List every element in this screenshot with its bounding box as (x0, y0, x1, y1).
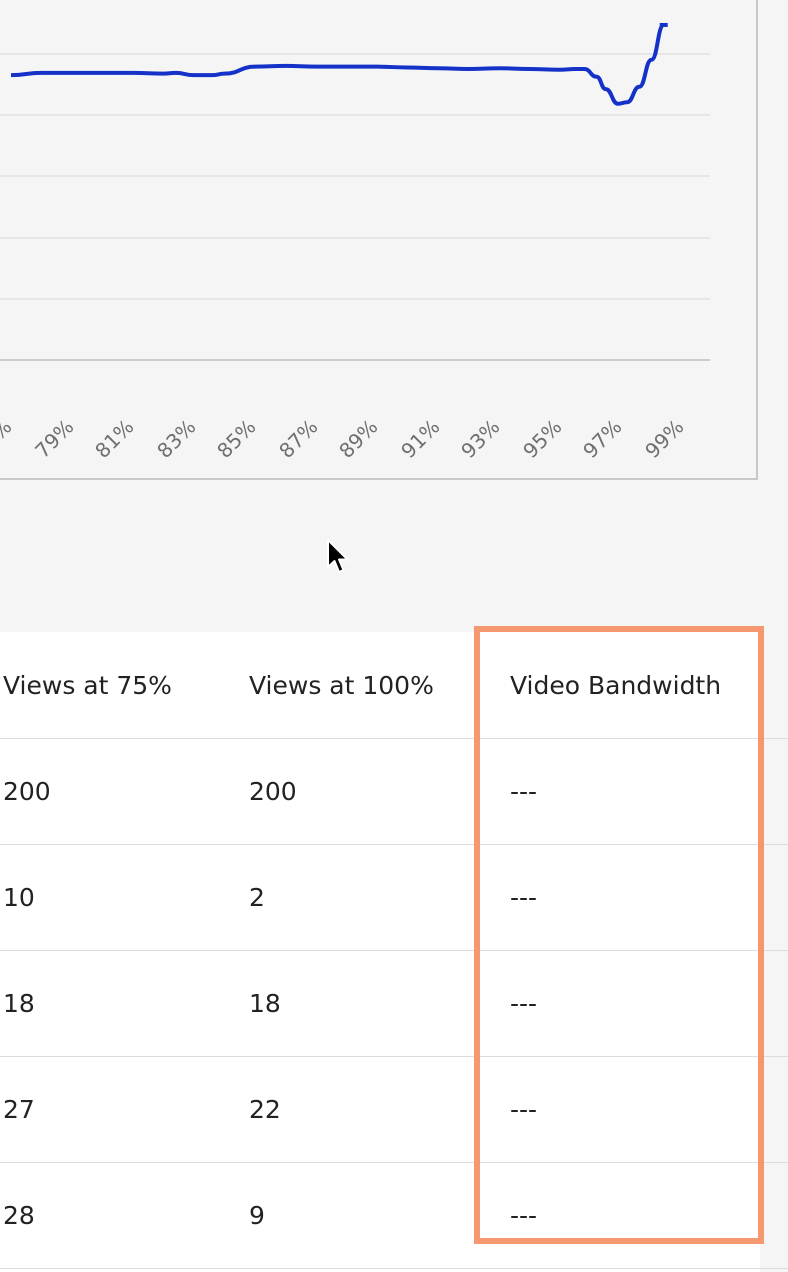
cell-views-100: 18 (246, 950, 483, 1057)
cell-video-bandwidth: --- (483, 844, 788, 951)
series-line (10, 22, 665, 106)
table-row[interactable]: 18 18 --- (0, 950, 788, 1057)
x-tick-label: 83% (152, 415, 200, 463)
x-tick-label: 79% (30, 415, 78, 463)
x-tick-label: 97% (578, 415, 626, 463)
mouse-pointer-icon (325, 538, 351, 578)
data-point-marker (659, 22, 668, 27)
cell-video-bandwidth: --- (483, 738, 788, 845)
x-tick-label: 89% (334, 415, 382, 463)
column-header-views-75[interactable]: Views at 75% (0, 632, 246, 739)
table-row[interactable]: 10 2 --- (0, 844, 788, 951)
column-header-views-100[interactable]: Views at 100% (246, 632, 483, 739)
table-row[interactable]: 200 200 --- (0, 738, 788, 845)
x-tick-label: 85% (212, 415, 260, 463)
x-tick-label: 81% (90, 415, 138, 463)
x-tick-label: 93% (456, 415, 504, 463)
x-tick-label: 95% (518, 415, 566, 463)
x-tick-label: 87% (274, 415, 322, 463)
x-tick-label: 99% (640, 415, 688, 463)
stats-table: Views at 75% Views at 100% Video Bandwid… (0, 632, 788, 1269)
cell-video-bandwidth: --- (483, 950, 788, 1057)
cell-views-75: 28 (0, 1162, 246, 1269)
table-row[interactable]: 28 9 --- (0, 1162, 788, 1269)
cell-video-bandwidth: --- (483, 1162, 788, 1269)
cell-views-100: 200 (246, 738, 483, 845)
cell-views-75: 10 (0, 844, 246, 951)
cell-views-75: 18 (0, 950, 246, 1057)
cell-views-100: 2 (246, 844, 483, 951)
stats-table-card: Views at 75% Views at 100% Video Bandwid… (0, 632, 788, 1272)
line-chart: 77% 79% 81% 83% 85% 87% 89% 91% 93% 95% 97% 99% (0, 22, 710, 463)
chart-panel: 77% 79% 81% 83% 85% 87% 89% 91% 93% 95% 97% 99% (0, 0, 758, 480)
table-header-row: Views at 75% Views at 100% Video Bandwid… (0, 632, 788, 739)
cell-views-100: 9 (246, 1162, 483, 1269)
cell-views-75: 200 (0, 738, 246, 845)
cell-video-bandwidth: --- (483, 1056, 788, 1163)
x-tick-label: 91% (396, 415, 444, 463)
column-header-video-bandwidth[interactable]: Video Bandwidth (483, 632, 788, 739)
cell-views-100: 22 (246, 1056, 483, 1163)
x-tick-label: 77% (0, 415, 17, 463)
table-row[interactable]: 27 22 --- (0, 1056, 788, 1163)
cell-views-75: 27 (0, 1056, 246, 1163)
